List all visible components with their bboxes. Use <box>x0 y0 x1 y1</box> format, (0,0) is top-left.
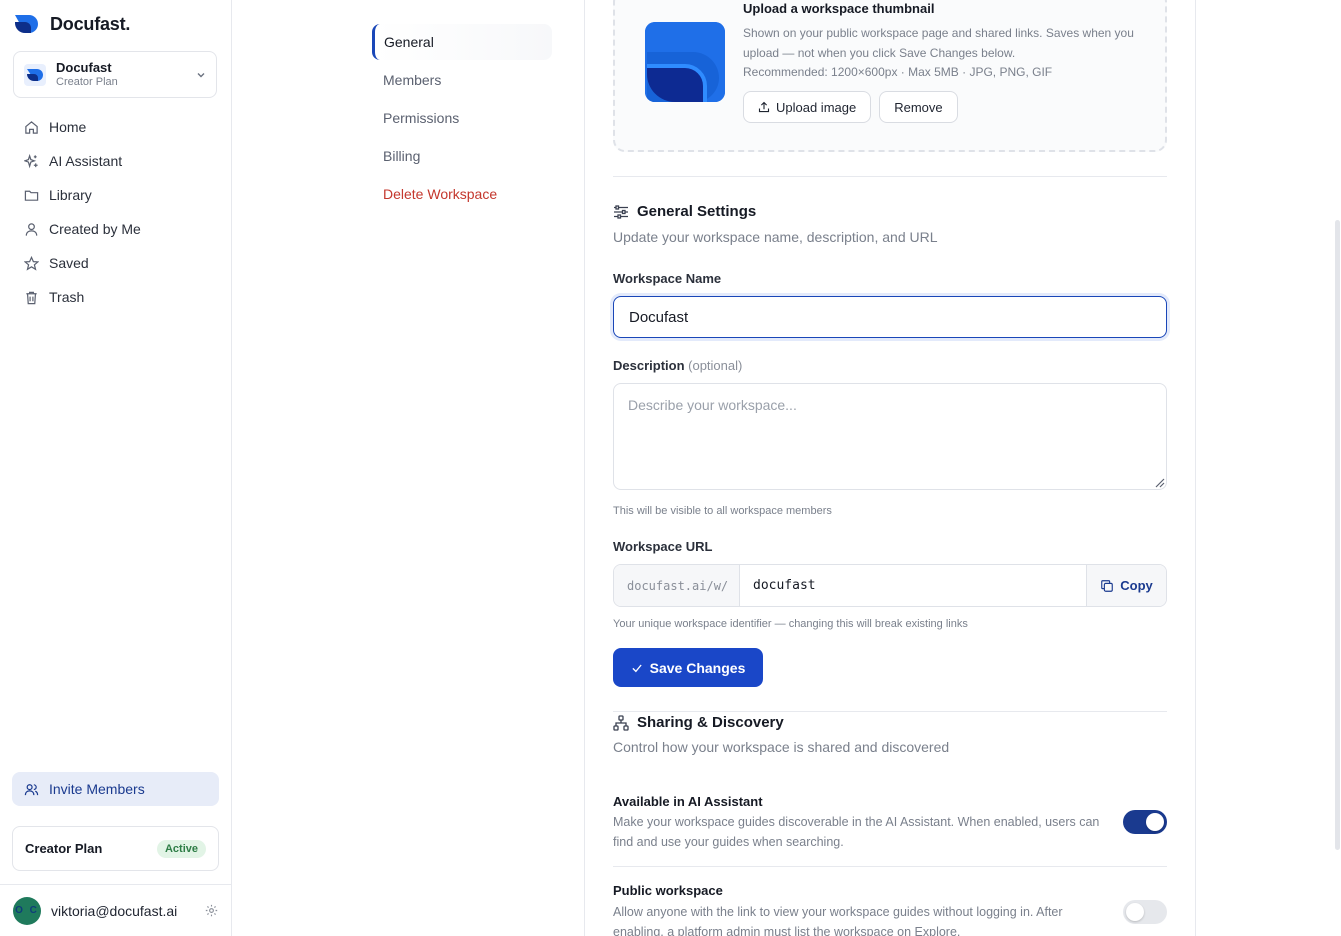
workspace-thumbnail <box>645 22 725 102</box>
workspace-url-label: Workspace URL <box>613 539 713 554</box>
divider <box>613 866 1167 867</box>
workspace-switcher[interactable]: Docufast Creator Plan <box>13 51 217 98</box>
description-hint: This will be visible to all workspace me… <box>613 505 832 517</box>
thumbnail-title: Upload a workspace thumbnail <box>743 1 935 16</box>
description-textarea[interactable] <box>613 383 1167 490</box>
sidebar-item-ai-assistant[interactable]: AI Assistant <box>12 144 220 178</box>
folder-icon <box>24 190 39 201</box>
brand-name: Docufast. <box>50 13 131 34</box>
workspace-url-input[interactable] <box>740 565 1086 606</box>
thumbnail-recommendation: Recommended: 1200×600px · Max 5MB · JPG,… <box>743 65 1053 79</box>
user-icon <box>25 222 38 236</box>
workspace-name-label: Workspace Name <box>613 271 722 286</box>
users-icon <box>24 783 39 795</box>
sidebar-item-label: Home <box>49 119 87 135</box>
copy-label: Copy <box>1120 578 1153 593</box>
status-badge: Active <box>156 839 206 858</box>
sidebar-item-home[interactable]: Home <box>12 110 220 144</box>
sidebar: Docufast. Docufast Creator Plan Home AI … <box>0 0 232 936</box>
scrollbar[interactable] <box>1335 220 1340 850</box>
sidebar-nav: Home AI Assistant Library Created by Me … <box>12 110 220 314</box>
sidebar-item-label: Trash <box>49 289 85 305</box>
thumbnail-description: Shown on your public workspace page and … <box>743 24 1148 83</box>
plan-card[interactable]: Creator Plan Active <box>12 826 219 871</box>
tab-delete-workspace[interactable]: Delete Workspace <box>372 176 552 212</box>
sidebar-item-library[interactable]: Library <box>12 178 220 212</box>
user-email: viktoria@docufast.ai <box>51 902 178 919</box>
toggle-knob <box>1146 813 1164 831</box>
divider <box>613 176 1167 177</box>
tab-members[interactable]: Members <box>372 62 552 98</box>
tab-permissions[interactable]: Permissions <box>372 100 552 136</box>
url-hint: Your unique workspace identifier — chang… <box>613 618 968 630</box>
ai-assistant-toggle[interactable] <box>1123 810 1167 834</box>
general-settings-subtitle: Update your workspace name, description,… <box>613 229 938 245</box>
public-workspace-toggle-title: Public workspace <box>613 883 723 898</box>
general-settings-title: General Settings <box>637 203 757 220</box>
sidebar-item-label: Saved <box>49 255 89 271</box>
tab-general[interactable]: General <box>372 24 552 60</box>
settings-nav: General Members Permissions Billing Dele… <box>372 24 552 214</box>
sharing-heading: Sharing & Discovery <box>613 714 784 731</box>
url-prefix: docufast.ai/w/ <box>614 565 740 606</box>
ai-assistant-toggle-description: Make your workspace guides discoverable … <box>613 815 1100 849</box>
sidebar-item-label: Library <box>49 187 92 203</box>
sidebar-item-label: AI Assistant <box>49 153 123 169</box>
network-icon <box>613 714 629 731</box>
upload-icon <box>758 101 770 113</box>
check-icon <box>632 664 642 672</box>
divider <box>613 711 1167 712</box>
copy-url-button[interactable]: Copy <box>1086 565 1166 606</box>
remove-image-label: Remove <box>894 99 943 115</box>
settings-panel: Upload a workspace thumbnail Shown on yo… <box>584 0 1196 936</box>
workspace-name: Docufast <box>56 59 112 75</box>
sparkles-icon <box>24 153 38 168</box>
workspace-plan: Creator Plan <box>56 75 118 88</box>
save-changes-label: Save Changes <box>649 659 746 676</box>
description-label: Description (optional) <box>613 358 742 373</box>
thumbnail-description-text: Shown on your public workspace page and … <box>743 26 1134 60</box>
sliders-icon <box>614 204 628 219</box>
ai-assistant-toggle-title: Available in AI Assistant <box>613 794 763 809</box>
gear-icon[interactable] <box>205 904 218 917</box>
home-icon <box>25 120 38 134</box>
toggle-knob <box>1126 903 1144 921</box>
sidebar-item-label: Created by Me <box>49 221 141 237</box>
public-workspace-toggle[interactable] <box>1123 900 1167 924</box>
workspace-name-input[interactable] <box>613 296 1167 338</box>
plan-name: Creator Plan <box>25 841 103 856</box>
brand[interactable]: Docufast. <box>14 13 130 35</box>
logo-icon <box>645 22 725 102</box>
sidebar-item-created-by-me[interactable]: Created by Me <box>12 212 220 246</box>
resize-handle-icon[interactable] <box>1153 476 1165 488</box>
description-label-text: Description <box>613 358 685 373</box>
trash-icon <box>26 291 37 304</box>
upload-image-button[interactable]: Upload image <box>743 91 872 123</box>
chevron-down-icon <box>197 72 205 77</box>
remove-image-button[interactable]: Remove <box>879 91 958 123</box>
invite-members-button[interactable]: Invite Members <box>12 772 219 806</box>
save-changes-button[interactable]: Save Changes <box>613 648 763 687</box>
public-workspace-toggle-description: Allow anyone with the link to view your … <box>613 905 1063 936</box>
thumbnail-dropzone[interactable]: Upload a workspace thumbnail Shown on yo… <box>613 0 1167 152</box>
tab-billing[interactable]: Billing <box>372 138 552 174</box>
logo-icon <box>15 15 38 33</box>
invite-members-label: Invite Members <box>49 781 145 797</box>
avatar: O C <box>13 896 41 925</box>
workspace-url-field: docufast.ai/w/ Copy <box>613 564 1167 607</box>
upload-image-label: Upload image <box>776 99 857 115</box>
general-settings-heading: General Settings <box>613 203 756 220</box>
user-profile[interactable]: O C viktoria@docufast.ai <box>0 884 231 936</box>
star-icon <box>24 255 39 271</box>
sidebar-item-trash[interactable]: Trash <box>12 280 220 314</box>
copy-icon <box>1101 579 1114 592</box>
sharing-title: Sharing & Discovery <box>637 714 784 731</box>
workspace-logo-icon <box>24 63 46 86</box>
optional-label: (optional) <box>688 358 743 373</box>
sharing-subtitle: Control how your workspace is shared and… <box>613 739 950 755</box>
sidebar-item-saved[interactable]: Saved <box>12 246 220 280</box>
